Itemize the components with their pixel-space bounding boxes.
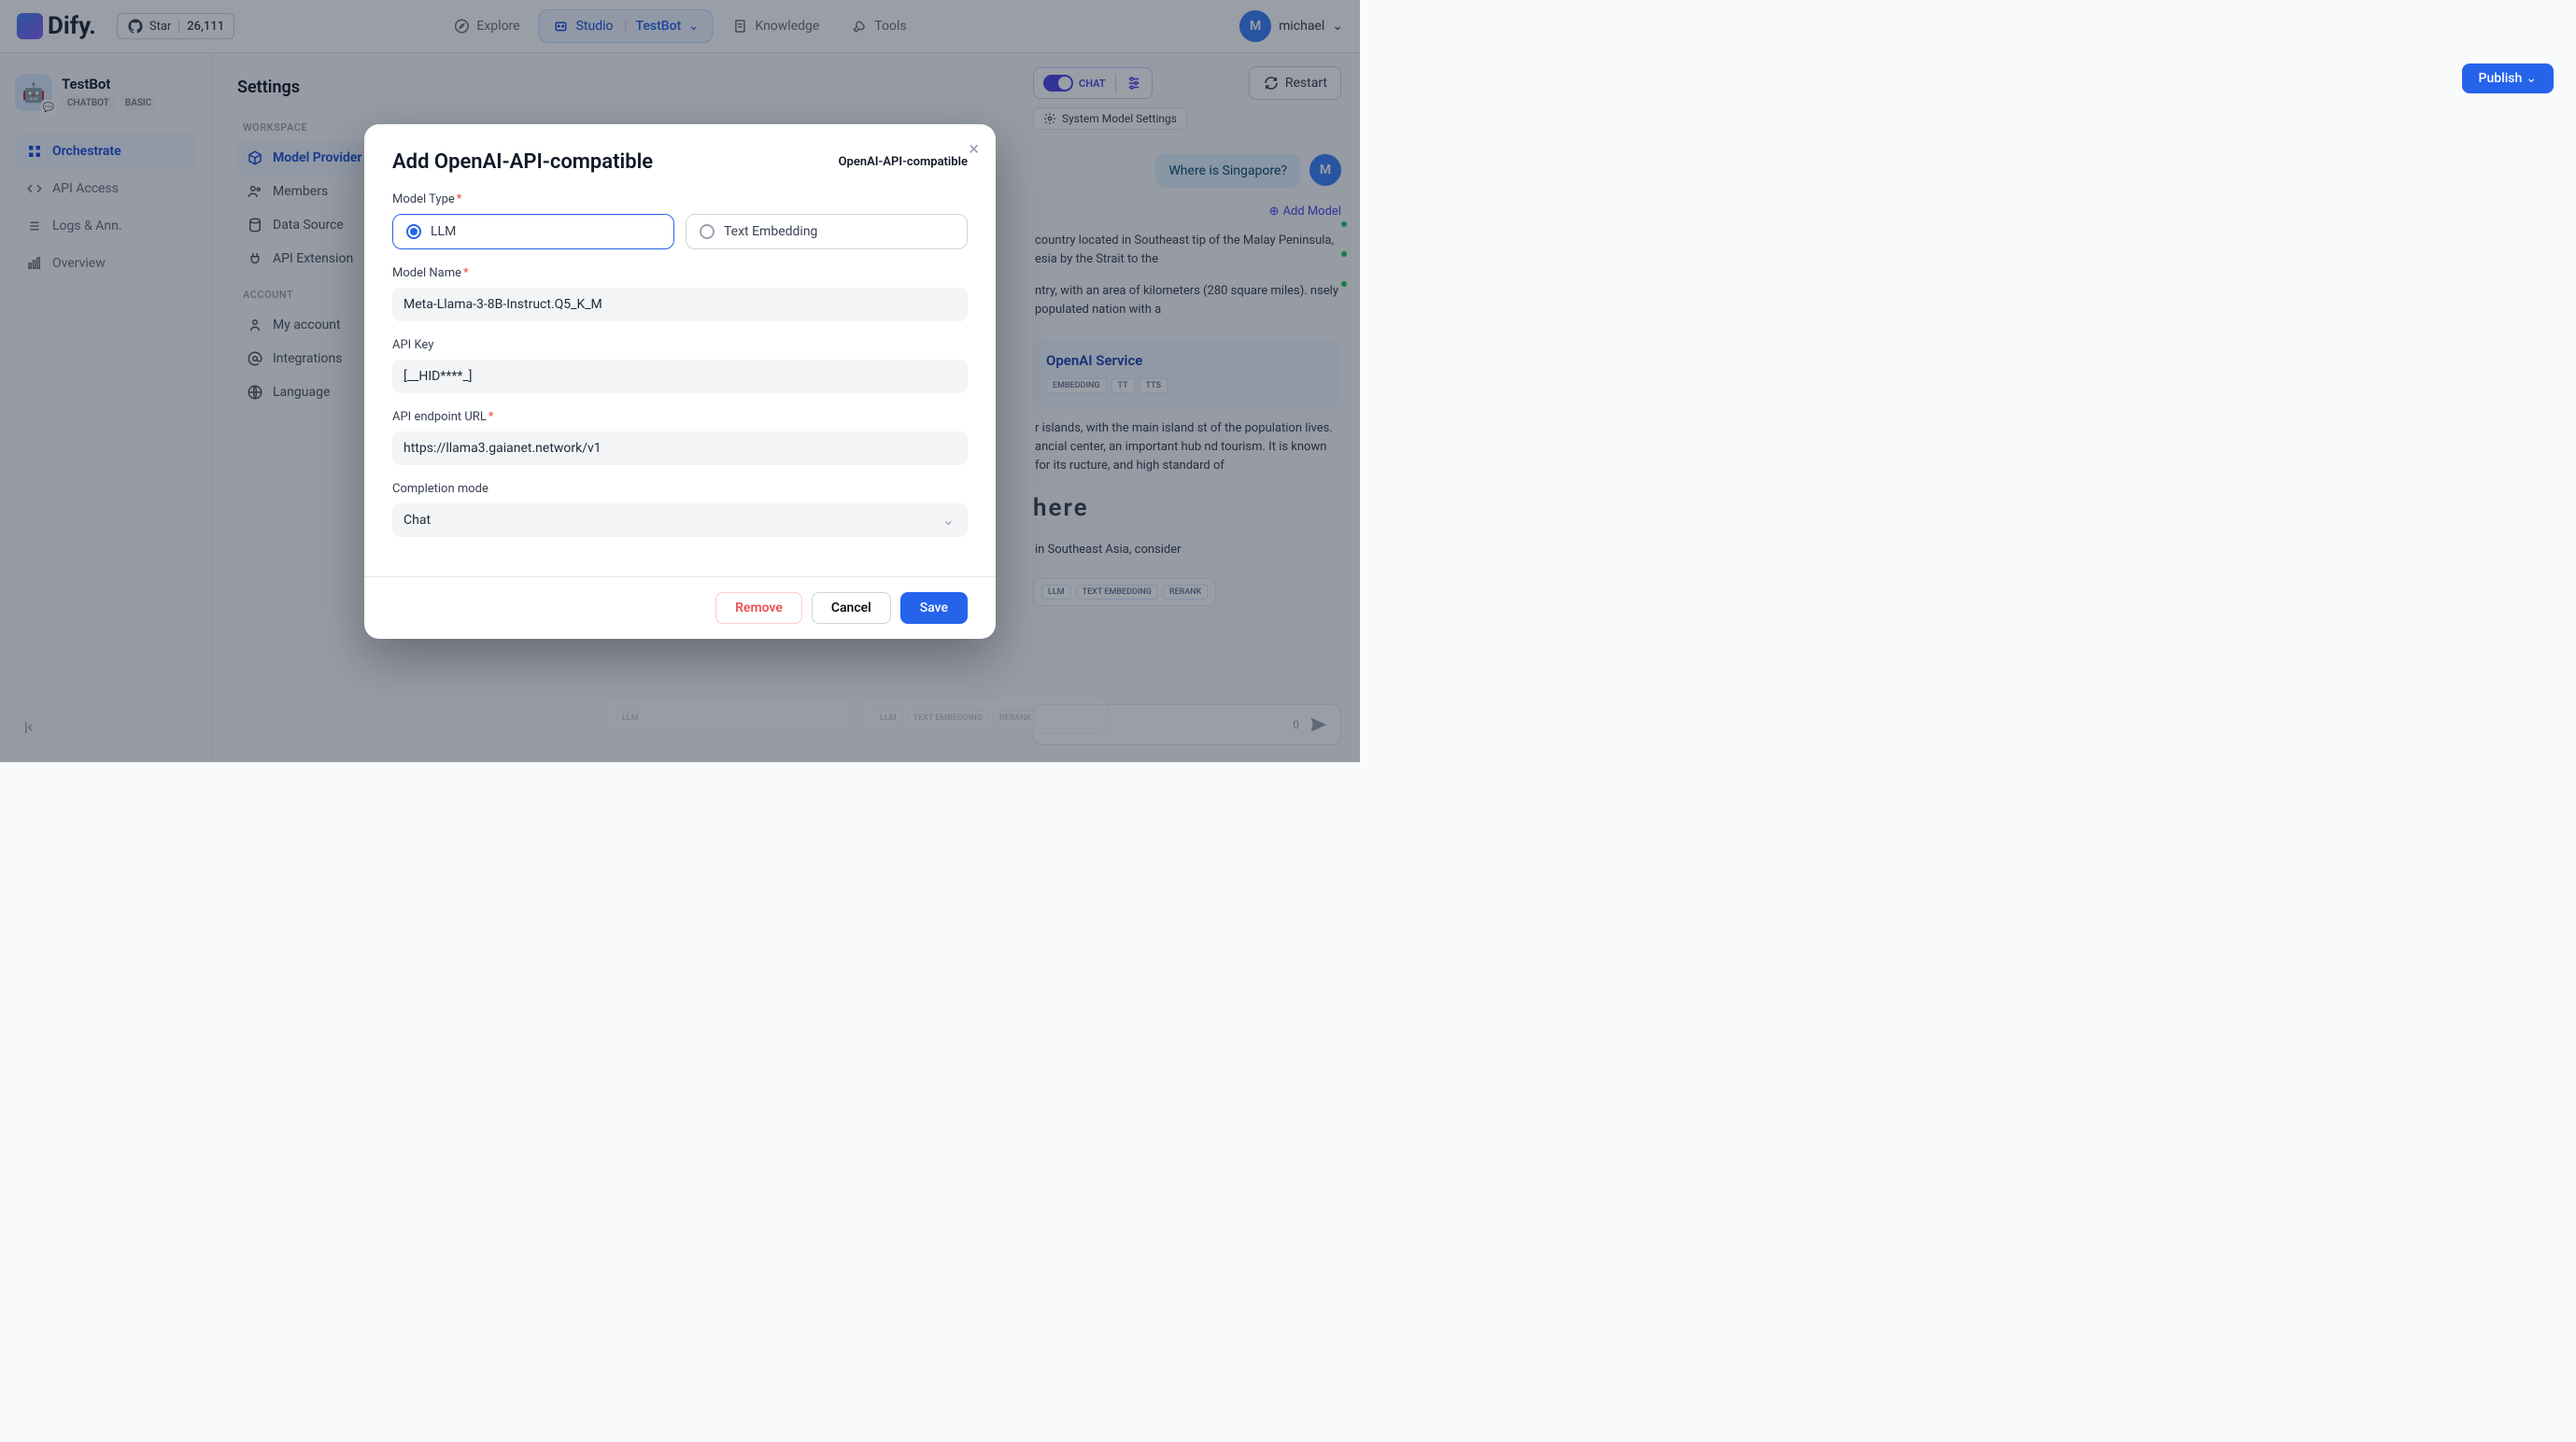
publish-button[interactable]: Publish ⌄: [2462, 64, 2554, 93]
input-api-endpoint[interactable]: [392, 431, 968, 465]
label-api-endpoint: API endpoint URL*: [392, 410, 968, 424]
radio-icon: [406, 224, 421, 239]
field-model-name: Model Name*: [392, 266, 968, 321]
modal-close-button[interactable]: ×: [969, 139, 979, 158]
modal-subtitle: OpenAI-API-compatible: [839, 155, 968, 169]
radio-embedding-label: Text Embedding: [724, 224, 817, 239]
field-completion-mode: Completion mode Chat: [392, 482, 968, 537]
label-completion-mode: Completion mode: [392, 482, 968, 496]
modal-body: Model Type* LLM Text Embedding Model Nam…: [364, 183, 996, 576]
label-model-name: Model Name*: [392, 266, 968, 280]
radio-row: LLM Text Embedding: [392, 214, 968, 249]
publish-label: Publish: [2479, 71, 2523, 86]
label-api-key: API Key: [392, 338, 968, 352]
save-button[interactable]: Save: [900, 592, 968, 624]
modal-header: Add OpenAI-API-compatible OpenAI-API-com…: [364, 124, 996, 183]
radio-llm[interactable]: LLM: [392, 214, 674, 249]
chevron-down-icon: ⌄: [2526, 71, 2537, 86]
modal-overlay: × Add OpenAI-API-compatible OpenAI-API-c…: [0, 0, 1360, 762]
field-api-endpoint: API endpoint URL*: [392, 410, 968, 465]
field-api-key: API Key: [392, 338, 968, 393]
radio-text-embedding[interactable]: Text Embedding: [686, 214, 968, 249]
cancel-button[interactable]: Cancel: [812, 592, 891, 624]
field-model-type: Model Type* LLM Text Embedding: [392, 192, 968, 249]
input-api-key[interactable]: [392, 360, 968, 393]
select-completion-mode[interactable]: Chat: [392, 503, 968, 537]
radio-llm-label: LLM: [431, 224, 456, 239]
add-model-modal: × Add OpenAI-API-compatible OpenAI-API-c…: [364, 124, 996, 639]
modal-title: Add OpenAI-API-compatible: [392, 150, 653, 174]
label-model-type: Model Type*: [392, 192, 968, 206]
radio-icon: [700, 224, 715, 239]
modal-footer: Remove Cancel Save: [364, 576, 996, 639]
select-value: Chat: [392, 503, 968, 537]
input-model-name[interactable]: [392, 288, 968, 321]
remove-button[interactable]: Remove: [715, 592, 802, 624]
